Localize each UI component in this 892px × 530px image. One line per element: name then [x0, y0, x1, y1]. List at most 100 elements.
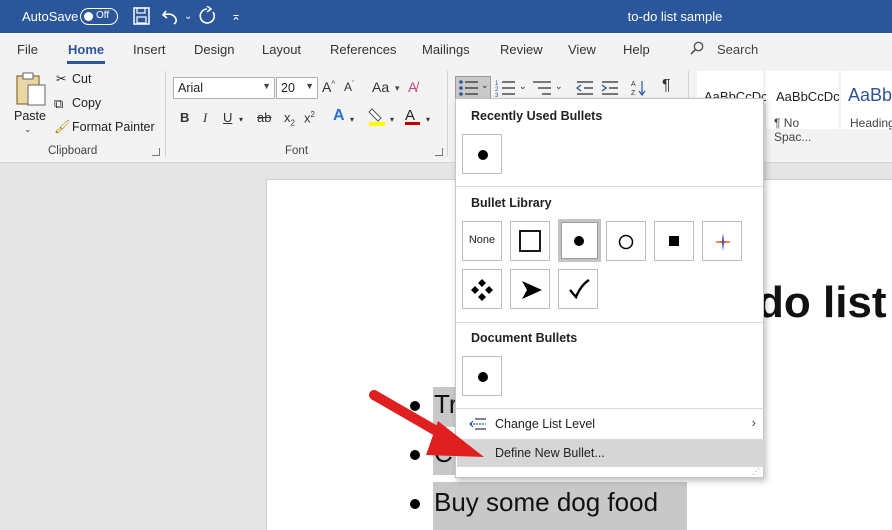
bullet-diamonds[interactable]: [462, 269, 502, 309]
clear-formatting-icon[interactable]: A̸: [408, 79, 417, 95]
change-list-level-item[interactable]: Change List Level ›: [457, 410, 764, 438]
bold-button[interactable]: B: [180, 110, 189, 125]
document-bullets-title: Document Bullets: [471, 331, 578, 345]
numbering-dropdown-icon[interactable]: ⌄: [519, 81, 527, 92]
text-effects-icon[interactable]: A: [333, 107, 345, 125]
copy-button[interactable]: Copy: [72, 96, 101, 110]
save-icon[interactable]: [133, 7, 150, 25]
hollow-circle-icon: [618, 234, 634, 250]
cut-icon: ✂: [56, 72, 67, 86]
style-no-spacing-name: ¶ No Spac...: [774, 116, 812, 144]
search-icon[interactable]: [690, 41, 704, 55]
recent-bullet-dot[interactable]: [462, 134, 502, 174]
tab-insert[interactable]: Insert: [133, 42, 166, 57]
paste-label: Paste: [14, 109, 46, 123]
italic-button[interactable]: I: [203, 110, 207, 126]
autosave-label: AutoSave: [22, 9, 79, 24]
underline-dropdown-icon[interactable]: ▾: [239, 115, 243, 124]
group-separator: [447, 71, 448, 157]
bullets-button[interactable]: ⌄: [455, 76, 491, 100]
multilevel-dropdown-icon[interactable]: ⌄: [555, 81, 563, 92]
bullet-hollow-circle[interactable]: [606, 221, 646, 261]
style-heading[interactable]: AaBb Heading: [841, 71, 892, 130]
resize-grip-icon[interactable]: ⋰: [752, 467, 760, 476]
change-case-dropdown-icon[interactable]: ▾: [395, 83, 400, 94]
bullet-dot-selected[interactable]: [558, 219, 601, 262]
sort-icon[interactable]: AZ: [631, 79, 647, 97]
style-no-spacing[interactable]: AaBbCcDc ¶ No Spac...: [766, 71, 840, 144]
tab-file[interactable]: File: [17, 42, 38, 57]
change-case-icon[interactable]: Aa: [372, 79, 389, 95]
grow-font-icon[interactable]: A^: [322, 79, 335, 95]
undo-icon[interactable]: [161, 7, 181, 25]
tab-references[interactable]: References: [330, 42, 396, 57]
clipboard-group-label: Clipboard: [48, 145, 98, 157]
tab-layout[interactable]: Layout: [262, 42, 301, 57]
document-title: to-do list sample: [627, 9, 723, 24]
superscript-button[interactable]: x2: [304, 110, 315, 125]
underline-button[interactable]: U: [223, 110, 232, 125]
font-size-select[interactable]: 20 ▼: [276, 77, 318, 99]
redo-icon[interactable]: [198, 6, 218, 26]
cut-button[interactable]: Cut: [72, 72, 91, 86]
bullets-dropdown: Recently Used Bullets Bullet Library Non…: [455, 98, 764, 478]
tab-review[interactable]: Review: [500, 42, 543, 57]
bullet-list-icon: [459, 80, 478, 96]
recently-used-bullets-title: Recently Used Bullets: [471, 109, 603, 123]
font-launcher-icon[interactable]: [435, 148, 443, 156]
font-name-select[interactable]: Arial ▼: [173, 77, 275, 99]
font-size-value: 20: [281, 81, 295, 95]
document-heading[interactable]: do list: [757, 278, 887, 328]
bullet-dot-icon: [478, 372, 488, 382]
tab-help[interactable]: Help: [623, 42, 650, 57]
strikethrough-button[interactable]: ab: [257, 110, 271, 125]
customize-quick-access-icon[interactable]: ⌅: [231, 6, 241, 26]
show-formatting-icon[interactable]: ¶: [662, 77, 671, 95]
subscript-button[interactable]: x2: [284, 110, 295, 128]
paste-button[interactable]: Paste ⌄: [10, 69, 48, 139]
bullet-checkmark[interactable]: [558, 269, 598, 309]
define-new-bullet-label: Define New Bullet...: [495, 446, 605, 460]
style-heading-sample: AaBb: [848, 85, 892, 105]
define-new-bullet-item[interactable]: Define New Bullet...: [457, 439, 764, 467]
title-bar: AutoSave Off ⌄ ⌅ to-do list sample: [0, 0, 892, 33]
font-color-dropdown-icon[interactable]: ▾: [426, 115, 430, 124]
toggle-knob: [84, 12, 93, 21]
bullet-arrowhead[interactable]: [510, 269, 550, 309]
tab-mailings[interactable]: Mailings: [422, 42, 470, 57]
paste-dropdown-icon[interactable]: ⌄: [24, 124, 32, 135]
search-label[interactable]: Search: [717, 42, 758, 57]
bullet-filled-square[interactable]: [654, 221, 694, 261]
numbered-list-icon[interactable]: 1 2 3: [495, 79, 517, 97]
font-color-icon[interactable]: A: [405, 107, 420, 125]
diamond-cluster-icon: [471, 279, 493, 301]
highlight-dropdown-icon[interactable]: ▾: [390, 115, 394, 124]
bullet-hollow-square[interactable]: [510, 221, 550, 261]
multilevel-list-icon[interactable]: [531, 79, 553, 97]
tab-design[interactable]: Design: [194, 42, 234, 57]
highlight-icon[interactable]: [368, 107, 386, 130]
autosave-toggle-state: Off: [96, 10, 110, 21]
increase-indent-icon[interactable]: [601, 80, 619, 96]
tab-view[interactable]: View: [568, 42, 596, 57]
text-effects-dropdown-icon[interactable]: ▾: [350, 115, 354, 124]
bullet-star[interactable]: [702, 221, 742, 261]
font-group-label: Font: [285, 145, 309, 157]
list-item[interactable]: Buy some dog food: [434, 487, 658, 518]
clipboard-launcher-icon[interactable]: [152, 148, 160, 156]
change-list-level-label: Change List Level: [495, 417, 596, 431]
ribbon-tabs: File Home Insert Design Layout Reference…: [0, 33, 892, 65]
checkmark-icon: [569, 278, 590, 300]
red-arrow-annotation: [369, 390, 484, 457]
decrease-indent-icon[interactable]: [576, 80, 594, 96]
bullet-dot-icon: [574, 236, 584, 246]
undo-dropdown-icon[interactable]: ⌄: [184, 7, 192, 27]
shrink-font-icon[interactable]: Aˇ: [344, 80, 354, 94]
bullet-none[interactable]: None: [462, 221, 502, 261]
hollow-square-icon: [519, 230, 541, 252]
tab-home[interactable]: Home: [68, 42, 104, 57]
style-no-spacing-sample: AaBbCcDc: [776, 89, 840, 104]
font-name-value: Arial: [178, 81, 204, 95]
format-painter-button[interactable]: Format Painter: [72, 120, 155, 134]
autosave-toggle[interactable]: Off: [80, 8, 118, 25]
